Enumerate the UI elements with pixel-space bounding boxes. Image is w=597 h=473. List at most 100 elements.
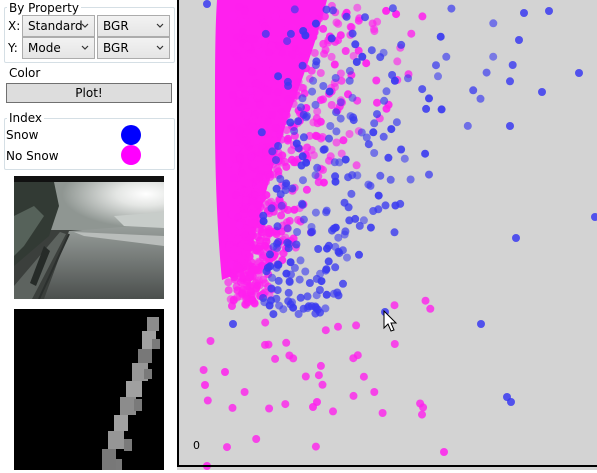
scatter-point-snow: [283, 224, 292, 233]
scatter-point-snow: [339, 279, 347, 288]
scatter-point-nosnow: [248, 67, 256, 76]
legend-snow-label: Snow: [6, 128, 39, 142]
scatter-point-snow: [397, 40, 406, 49]
x-axis-line: [177, 465, 597, 467]
scatter-point-snow: [351, 40, 360, 49]
scatter-point-nosnow: [251, 191, 260, 200]
scatter-point-nosnow: [277, 211, 286, 220]
scatter-point-snow: [400, 154, 409, 163]
index-group-title: Index: [7, 111, 45, 125]
scatter-point-snow: [512, 234, 520, 242]
plot-button[interactable]: Plot!: [6, 83, 172, 103]
scatter-point-nosnow: [254, 91, 263, 100]
scatter-point-nosnow: [261, 65, 270, 74]
scatter-point-nosnow: [229, 174, 238, 183]
x-colorspace-select[interactable]: BGR: [97, 15, 170, 37]
scatter-point-nosnow: [250, 160, 259, 169]
scatter-point-snow: [299, 110, 308, 119]
scatter-point-nosnow: [314, 371, 323, 380]
scatter-point-snow: [362, 133, 371, 142]
scatter-point-nosnow: [233, 293, 241, 302]
scatter-plot[interactable]: [177, 0, 597, 470]
scatter-point-snow: [311, 208, 320, 217]
scatter-point-nosnow: [235, 126, 244, 135]
scatter-point-snow: [259, 211, 268, 220]
x-statistic-select[interactable]: Standard: [22, 15, 95, 37]
scatter-point-nosnow: [249, 56, 258, 64]
scatter-point-snow: [311, 100, 320, 109]
scatter-point-snow: [331, 263, 340, 272]
scatter-point-snow: [203, 0, 211, 8]
scatter-point-snow: [347, 189, 356, 198]
scatter-point-snow: [266, 250, 274, 259]
scatter-point-nosnow: [231, 162, 240, 171]
scatter-point-nosnow: [309, 403, 317, 411]
scatter-point-nosnow: [271, 6, 280, 15]
scatter-plot-canvas[interactable]: [177, 0, 597, 470]
scatter-point-nosnow: [231, 198, 240, 207]
scatter-point-snow: [349, 113, 358, 122]
scatter-point-snow: [520, 9, 528, 17]
scatter-point-snow: [268, 147, 277, 156]
scatter-point-nosnow: [359, 372, 368, 381]
scatter-point-snow: [379, 48, 388, 57]
y-statistic-value: Mode: [28, 41, 61, 55]
scatter-point-snow: [334, 291, 343, 300]
scatter-point-snow: [425, 170, 433, 179]
scatter-point-snow: [373, 110, 381, 119]
scatter-point-nosnow: [267, 79, 276, 88]
scatter-point-snow: [281, 181, 290, 190]
y-axis-line: [177, 0, 179, 467]
scatter-point-snow: [277, 201, 286, 210]
scatter-point-nosnow: [310, 28, 319, 37]
y-statistic-select[interactable]: Mode: [22, 37, 95, 59]
scatter-point-nosnow: [224, 278, 233, 287]
scatter-point-snow: [298, 94, 307, 103]
scatter-point-nosnow: [235, 2, 244, 11]
scatter-point-nosnow: [330, 60, 339, 69]
scatter-point-snow: [374, 191, 383, 200]
scatter-point-nosnow: [256, 101, 265, 110]
scatter-point-snow: [332, 127, 341, 136]
chevron-down-icon: [81, 23, 89, 28]
scatter-point-nosnow: [311, 442, 320, 451]
scatter-point-snow: [432, 61, 440, 70]
scatter-point-snow: [294, 117, 303, 126]
scatter-point-snow: [361, 13, 369, 22]
scatter-point-nosnow: [321, 326, 330, 335]
scatter-point-nosnow: [272, 99, 281, 108]
scatter-point-snow: [312, 291, 321, 300]
scatter-point-snow: [324, 241, 333, 250]
scatter-point-snow: [370, 119, 379, 128]
scatter-point-nosnow: [250, 299, 259, 308]
scatter-point-snow: [273, 286, 282, 295]
scatter-point-nosnow: [235, 221, 244, 230]
scatter-point-nosnow: [390, 301, 399, 310]
scatter-point-nosnow: [243, 42, 252, 51]
scatter-point-nosnow: [263, 86, 272, 95]
scatter-point-nosnow: [228, 302, 236, 310]
scatter-point-nosnow: [282, 126, 291, 135]
scatter-point-nosnow: [302, 185, 311, 194]
scatter-point-nosnow: [339, 136, 348, 145]
road-camera-image: [14, 176, 164, 299]
scatter-point-nosnow: [231, 275, 240, 284]
scatter-point-nosnow: [239, 177, 248, 186]
scatter-point-snow: [369, 207, 378, 215]
scatter-point-snow: [390, 228, 399, 237]
scatter-point-snow: [545, 7, 553, 15]
scatter-point-nosnow: [319, 39, 328, 48]
scatter-point-snow: [367, 46, 376, 55]
scatter-point-nosnow: [263, 117, 272, 126]
scatter-point-nosnow: [268, 110, 277, 119]
scatter-point-snow: [335, 158, 344, 167]
scatter-point-nosnow: [228, 403, 237, 412]
scatter-point-snow: [421, 149, 430, 158]
scatter-point-snow: [388, 4, 397, 13]
scatter-point-nosnow: [248, 272, 257, 281]
y-colorspace-select[interactable]: BGR: [97, 37, 170, 59]
scatter-point-snow: [422, 104, 431, 113]
scatter-point-nosnow: [242, 300, 250, 309]
scatter-point-snow: [276, 175, 285, 183]
y-axis-label: Y:: [8, 41, 18, 55]
